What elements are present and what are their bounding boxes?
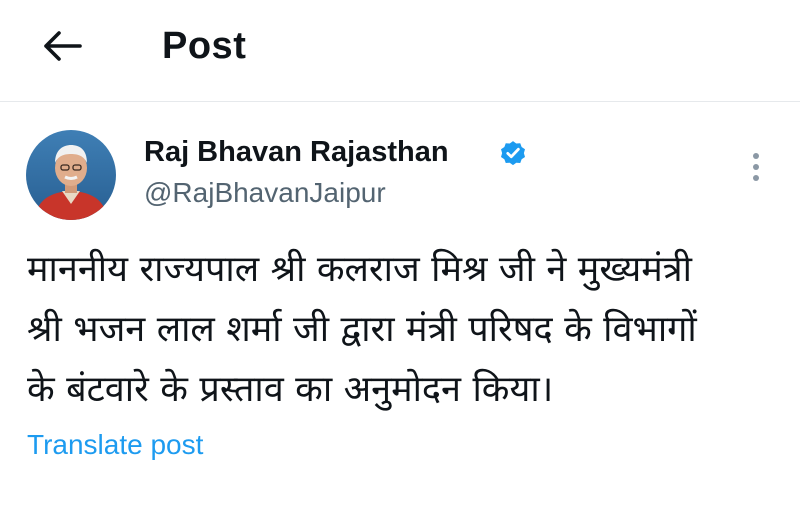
page-title: Post <box>162 25 247 67</box>
avatar-photo <box>26 130 116 220</box>
arrow-left-icon <box>44 31 82 61</box>
post-text-line: श्री भजन लाल शर्मा जी द्वारा मंत्री परिष… <box>27 309 697 350</box>
post-text-line: के बंटवारे के प्रस्ताव का अनुमोदन किया। <box>27 369 554 410</box>
verified-badge-icon <box>501 141 525 166</box>
author-handle[interactable]: @RajBhavanJaipur <box>144 173 386 213</box>
post-text: माननीय राज्यपाल श्री कलराज मिश्र जी ने म… <box>27 240 787 420</box>
author-name[interactable]: Raj Bhavan Rajasthan <box>144 132 449 172</box>
avatar[interactable] <box>26 130 116 220</box>
more-options-button[interactable] <box>740 145 772 189</box>
post-text-line: माननीय राज्यपाल श्री कलराज मिश्र जी ने म… <box>27 249 692 290</box>
translate-post-link[interactable]: Translate post <box>27 425 203 465</box>
top-bar: Post <box>0 0 800 102</box>
back-button[interactable] <box>36 22 88 70</box>
